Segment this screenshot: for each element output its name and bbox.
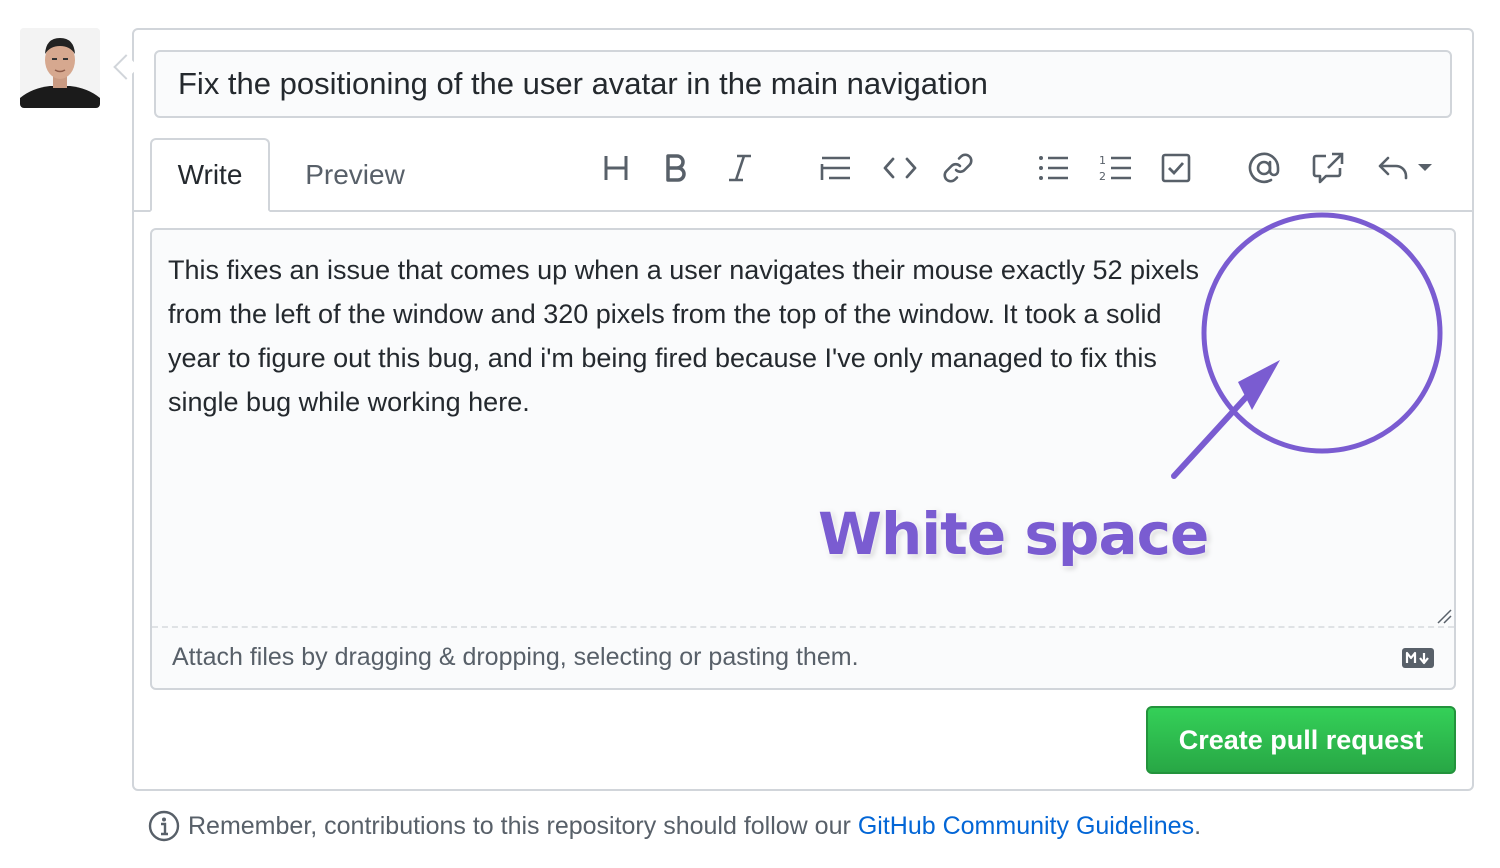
italic-icon[interactable] [718,146,762,190]
title-input[interactable] [154,50,1452,118]
reply-icon[interactable] [1376,146,1436,190]
tab-write[interactable]: Write [150,138,270,212]
heading-icon[interactable] [594,146,638,190]
annotation-circle-arrow [1171,212,1443,479]
annotation-label: White space [818,500,1209,568]
resize-handle-icon[interactable] [1436,608,1452,624]
bold-icon[interactable] [654,146,698,190]
contribution-footer: Remember, contributions to this reposito… [148,808,1201,844]
create-pull-request-button[interactable]: Create pull request [1146,706,1456,774]
attach-files-hint: Attach files by dragging & dropping, sel… [172,643,859,671]
numbered-list-icon[interactable]: 12 [1094,146,1138,190]
mention-icon[interactable] [1242,146,1286,190]
svg-text:2: 2 [1099,170,1106,182]
footer-text: Remember, contributions to this reposito… [188,811,851,840]
svg-text:1: 1 [1099,154,1106,167]
task-list-icon[interactable] [1154,146,1198,190]
code-icon[interactable] [878,146,922,190]
info-icon [148,810,180,842]
chevron-down-icon [1418,164,1432,171]
user-avatar-icon [20,28,100,108]
link-icon[interactable] [936,146,980,190]
tab-preview[interactable]: Preview [286,138,424,212]
bulleted-list-icon[interactable] [1032,146,1076,190]
avatar [20,28,100,108]
body-text[interactable]: This fixes an issue that comes up when a… [168,248,1208,424]
community-guidelines-link[interactable]: GitHub Community Guidelines [858,812,1194,841]
markdown-icon[interactable] [1402,648,1434,668]
footer-suffix: . [1194,811,1202,840]
cross-reference-icon[interactable] [1306,146,1350,190]
quote-icon[interactable] [814,146,858,190]
